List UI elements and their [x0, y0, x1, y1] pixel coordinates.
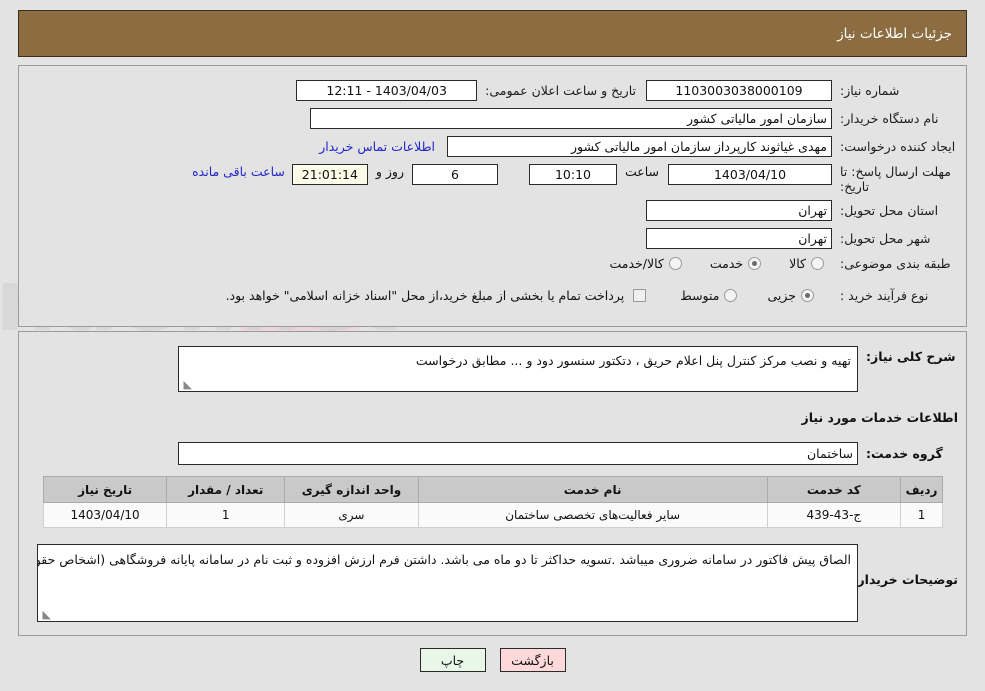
category-option-kala-khedmat-label: کالا/خدمت — [609, 256, 664, 271]
category-option-kala-khedmat[interactable]: کالا/خدمت — [609, 256, 682, 271]
category-option-kala-label: کالا — [789, 256, 806, 271]
countdown-label: ساعت باقی مانده — [192, 164, 285, 179]
general-desc-row: شرح کلی نیاز: تهیه و نصب مرکز کنترل پنل … — [178, 346, 958, 392]
process-row: نوع فرآیند خرید : جزیی متوسط پرداخت تمام… — [226, 288, 958, 303]
treasury-checkbox-icon[interactable] — [633, 289, 647, 302]
buyer-org-row: نام دستگاه خریدار: سازمان امور مالیاتی ک… — [310, 108, 958, 129]
buyer-notes-text: الصاق پیش فاکتور در سامانه ضروری میباشد … — [38, 552, 851, 567]
category-option-khedmat[interactable]: خدمت — [709, 256, 762, 271]
buyer-org-field[interactable]: سازمان امور مالیاتی کشور — [310, 108, 832, 129]
city-row: شهر محل تحویل: تهران — [646, 228, 958, 249]
cell-quantity: 1 — [166, 502, 286, 528]
process-option-medium-label: متوسط — [680, 288, 720, 303]
notes-resize-grip-icon[interactable]: ◣ — [41, 609, 51, 620]
city-field[interactable]: تهران — [646, 228, 832, 249]
need-number-field[interactable]: 1103003038000109 — [646, 80, 832, 101]
cell-need-date: 1403/04/10 — [42, 502, 168, 528]
back-button[interactable]: بازگشت — [499, 648, 566, 672]
service-group-row: گروه خدمت: ساختمان — [178, 442, 958, 465]
cell-service-name: سایر فعالیت‌های تخصصی ساختمان — [417, 502, 768, 528]
col-need-date: تاریخ نیاز — [42, 476, 168, 503]
buyer-notes-row: توضیحات خریدار: الصاق پیش فاکتور در ساما… — [37, 544, 958, 622]
category-option-kala[interactable]: کالا — [789, 256, 824, 271]
deadline-date-field[interactable]: 1403/04/10 — [668, 164, 832, 185]
items-table-wrapper: ردیف کد خدمت نام خدمت واحد اندازه گیری ت… — [42, 476, 943, 528]
announce-datetime-row: تاریخ و ساعت اعلان عمومی: 1403/04/03 - 1… — [296, 80, 636, 101]
province-row: استان محل تحویل: تهران — [646, 200, 958, 221]
category-option-khedmat-label: خدمت — [709, 256, 744, 271]
buyer-org-label: نام دستگاه خریدار: — [840, 111, 939, 126]
radio-kala-khedmat-icon[interactable] — [668, 257, 682, 270]
radio-medium-icon[interactable] — [724, 289, 738, 302]
process-option-medium[interactable]: متوسط — [680, 288, 738, 303]
col-service-name: نام خدمت — [417, 476, 768, 503]
creator-label: ایجاد کننده درخواست: — [840, 139, 956, 154]
announce-datetime-label: تاریخ و ساعت اعلان عمومی: — [485, 83, 636, 98]
deadline-time-field[interactable]: 10:10 — [528, 164, 617, 185]
general-desc-textarea[interactable]: تهیه و نصب مرکز کنترل پنل اعلام حریق ، د… — [178, 346, 858, 392]
general-desc-text: تهیه و نصب مرکز کنترل پنل اعلام حریق ، د… — [415, 353, 851, 368]
page-header-bar: جزئیات اطلاعات نیاز — [18, 10, 967, 57]
footer-actions: بازگشت چاپ — [0, 648, 985, 672]
countdown-field[interactable]: 21:01:14 — [291, 164, 368, 185]
province-field[interactable]: تهران — [646, 200, 832, 221]
need-number-label: شماره نیاز: — [840, 83, 900, 98]
radio-minor-icon[interactable] — [801, 289, 814, 302]
cell-service-code: ج-43-439 — [766, 502, 902, 528]
creator-field[interactable]: مهدی غیاثوند کارپرداز سازمان امور مالیات… — [447, 136, 832, 157]
need-number-row: شماره نیاز: 1103003038000109 — [646, 80, 958, 101]
city-label: شهر محل تحویل: — [840, 231, 931, 246]
table-row: 1 ج-43-439 سایر فعالیت‌های تخصصی ساختمان… — [42, 502, 943, 528]
deadline-row: مهلت ارسال پاسخ: تا تاریخ: 1403/04/10 سا… — [192, 164, 958, 194]
deadline-label: مهلت ارسال پاسخ: تا تاریخ: — [840, 164, 951, 194]
service-group-label: گروه خدمت: — [866, 446, 943, 461]
cell-radif: 1 — [900, 502, 943, 528]
category-label: طبقه بندی موضوعی: — [840, 256, 951, 271]
days-label: روز و — [375, 164, 404, 179]
page-title: جزئیات اطلاعات نیاز — [837, 25, 952, 42]
treasury-checkbox-group[interactable]: پرداخت تمام یا بخشی از مبلغ خرید،از محل … — [226, 288, 647, 303]
radio-khedmat-icon[interactable] — [748, 257, 762, 270]
page-root: AriaTender.net جزئیات اطلاعات نیاز شماره… — [0, 0, 985, 691]
items-table: ردیف کد خدمت نام خدمت واحد اندازه گیری ت… — [42, 476, 943, 528]
general-desc-label: شرح کلی نیاز: — [866, 349, 956, 364]
cell-unit: سری — [284, 502, 419, 528]
process-label: نوع فرآیند خرید : — [840, 288, 929, 303]
service-group-field[interactable]: ساختمان — [178, 442, 858, 465]
print-button[interactable]: چاپ — [419, 648, 486, 672]
buyer-notes-label: توضیحات خریدار: — [852, 572, 958, 587]
col-unit: واحد اندازه گیری — [284, 476, 419, 503]
creator-row: ایجاد کننده درخواست: مهدی غیاثوند کارپرد… — [319, 136, 958, 157]
buyer-notes-textarea[interactable]: الصاق پیش فاکتور در سامانه ضروری میباشد … — [37, 544, 858, 622]
remaining-days-field[interactable]: 6 — [411, 164, 498, 185]
col-radif: ردیف — [900, 476, 943, 503]
services-info-row: اطلاعات خدمات مورد نیاز — [802, 410, 959, 425]
col-quantity: تعداد / مقدار — [166, 476, 286, 503]
col-service-code: کد خدمت — [766, 476, 902, 503]
treasury-note-label: پرداخت تمام یا بخشی از مبلغ خرید،از محل … — [225, 288, 625, 303]
category-row: طبقه بندی موضوعی: کالا خدمت کالا/خدمت — [609, 256, 958, 271]
detail-panel: شرح کلی نیاز: تهیه و نصب مرکز کنترل پنل … — [18, 331, 967, 636]
announce-datetime-field[interactable]: 1403/04/03 - 12:11 — [296, 80, 478, 101]
summary-panel: شماره نیاز: 1103003038000109 تاریخ و ساع… — [18, 65, 967, 327]
time-label: ساعت — [624, 164, 659, 179]
process-option-minor[interactable]: جزیی — [767, 288, 814, 303]
services-info-title: اطلاعات خدمات مورد نیاز — [801, 410, 959, 425]
province-label: استان محل تحویل: — [840, 203, 939, 218]
resize-grip-icon[interactable]: ◣ — [182, 379, 192, 390]
buyer-contact-link[interactable]: اطلاعات تماس خریدار — [319, 139, 435, 154]
process-option-minor-label: جزیی — [767, 288, 796, 303]
table-header-row: ردیف کد خدمت نام خدمت واحد اندازه گیری ت… — [42, 476, 943, 503]
radio-kala-icon[interactable] — [811, 257, 824, 270]
